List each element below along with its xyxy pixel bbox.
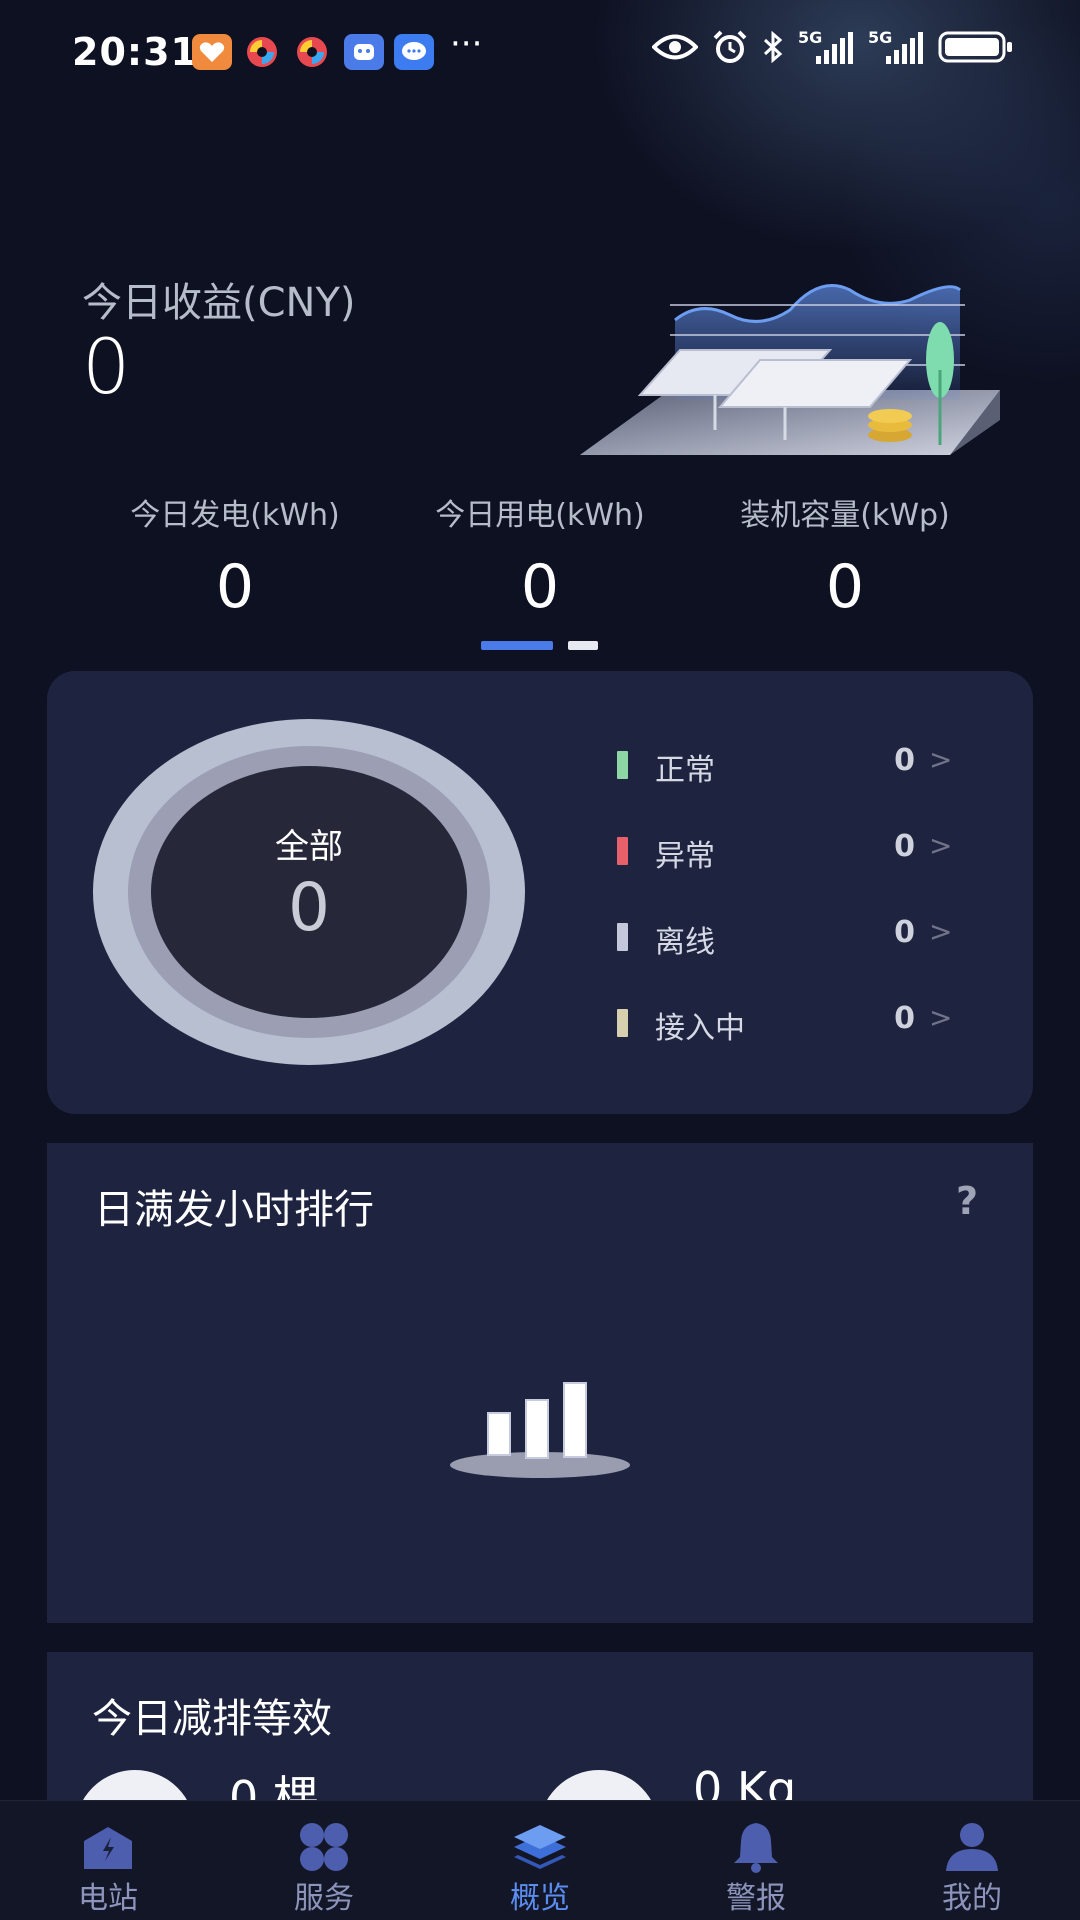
alarm-bell-icon [734,1823,778,1873]
help-icon[interactable]: ? [956,1179,978,1223]
full-load-hours-ranking-card: 日满发小时排行 ? [47,1143,1033,1623]
status-color-bar [617,751,628,779]
status-legend: 正常 0 > 异常 0 > 离线 0 > 接入中 0 > [617,731,1017,1075]
message-app-icon [394,34,434,70]
emission-title: 今日减排等效 [92,1696,332,1742]
nav-services[interactable]: 服务 [216,1801,432,1920]
status-count: 0 [894,829,915,864]
nav-label: 概览 [510,1881,570,1916]
status-time: 20:31 [72,30,198,74]
eye-icon [651,32,699,66]
page-indicator-dot[interactable] [568,641,598,650]
consumption-label: 今日用电(kWh) [435,498,645,533]
nav-label: 服务 [294,1881,354,1916]
consumption-stat: 今日用电(kWh) 0 [388,490,693,622]
status-color-bar [617,837,628,865]
nav-label: 电站 [78,1881,138,1916]
status-bar: 20:31 ··· 5G 5G [0,0,1080,104]
app-notification-icon [292,34,332,70]
more-notifications-icon: ··· [450,24,483,64]
station-icon [84,1827,132,1869]
status-normal-row[interactable]: 正常 0 > [617,731,1017,817]
status-count: 0 [894,743,915,778]
capacity-value: 0 [825,552,865,622]
today-stats: 今日发电(kWh) 0 今日用电(kWh) 0 装机容量(kWp) 0 [0,490,1080,622]
generation-stat: 今日发电(kWh) 0 [83,490,388,622]
chevron-right-icon: > [929,915,953,948]
solar-panel-illustration [580,284,1000,455]
bottom-navigation: 电站 服务 概览 警报 我的 [0,1800,1080,1920]
battery-icon [938,31,1014,67]
nav-label: 我的 [942,1881,1002,1916]
plant-status-card: 全部 0 正常 0 > 异常 0 > 离线 0 > 接入中 0 > [47,671,1033,1114]
donut-total-value: 0 [288,869,330,946]
status-donut-chart: 全部 0 [93,719,525,1065]
app-notification-icon [242,34,282,70]
chevron-right-icon: > [929,829,953,862]
empty-data-icon [450,1382,630,1478]
generation-label: 今日发电(kWh) [130,498,340,533]
status-label: 正常 [655,753,715,788]
status-offline-row[interactable]: 离线 0 > [617,903,1017,989]
status-count: 0 [894,915,915,950]
status-color-bar [617,923,628,951]
page-indicator[interactable] [0,641,1080,651]
generation-value: 0 [215,552,255,622]
nav-label: 警报 [726,1881,786,1916]
status-label: 离线 [655,925,715,960]
status-label: 异常 [655,839,715,874]
5g-signal-icon: 5G [798,28,854,66]
nav-alarm[interactable]: 警报 [648,1801,864,1920]
page-indicator-active[interactable] [481,641,553,650]
nav-station[interactable]: 电站 [0,1801,216,1920]
alarm-icon [712,30,748,68]
today-revenue-value: 0 [82,322,131,411]
nav-profile[interactable]: 我的 [864,1801,1080,1920]
capacity-stat: 装机容量(kWp) 0 [693,490,998,622]
status-color-bar [617,1009,628,1037]
consumption-value: 0 [520,552,560,622]
today-revenue-label: 今日收益(CNY) [82,280,356,326]
status-abnormal-row[interactable]: 异常 0 > [617,817,1017,903]
5g-signal-icon: 5G [868,28,924,66]
donut-total-label: 全部 [275,827,343,867]
ranking-title: 日满发小时排行 [94,1187,374,1233]
chevron-right-icon: > [929,743,953,776]
bluetooth-icon [762,30,784,67]
app-notification-icon [192,34,232,70]
overview-icon [514,1825,566,1869]
app-notification-icon [344,34,384,70]
services-icon [300,1823,348,1871]
capacity-label: 装机容量(kWp) [740,498,950,533]
profile-icon [946,1823,998,1871]
status-count: 0 [894,1001,915,1036]
status-label: 接入中 [655,1011,745,1046]
nav-overview[interactable]: 概览 [432,1801,648,1920]
chevron-right-icon: > [929,1001,953,1034]
status-connecting-row[interactable]: 接入中 0 > [617,989,1017,1075]
